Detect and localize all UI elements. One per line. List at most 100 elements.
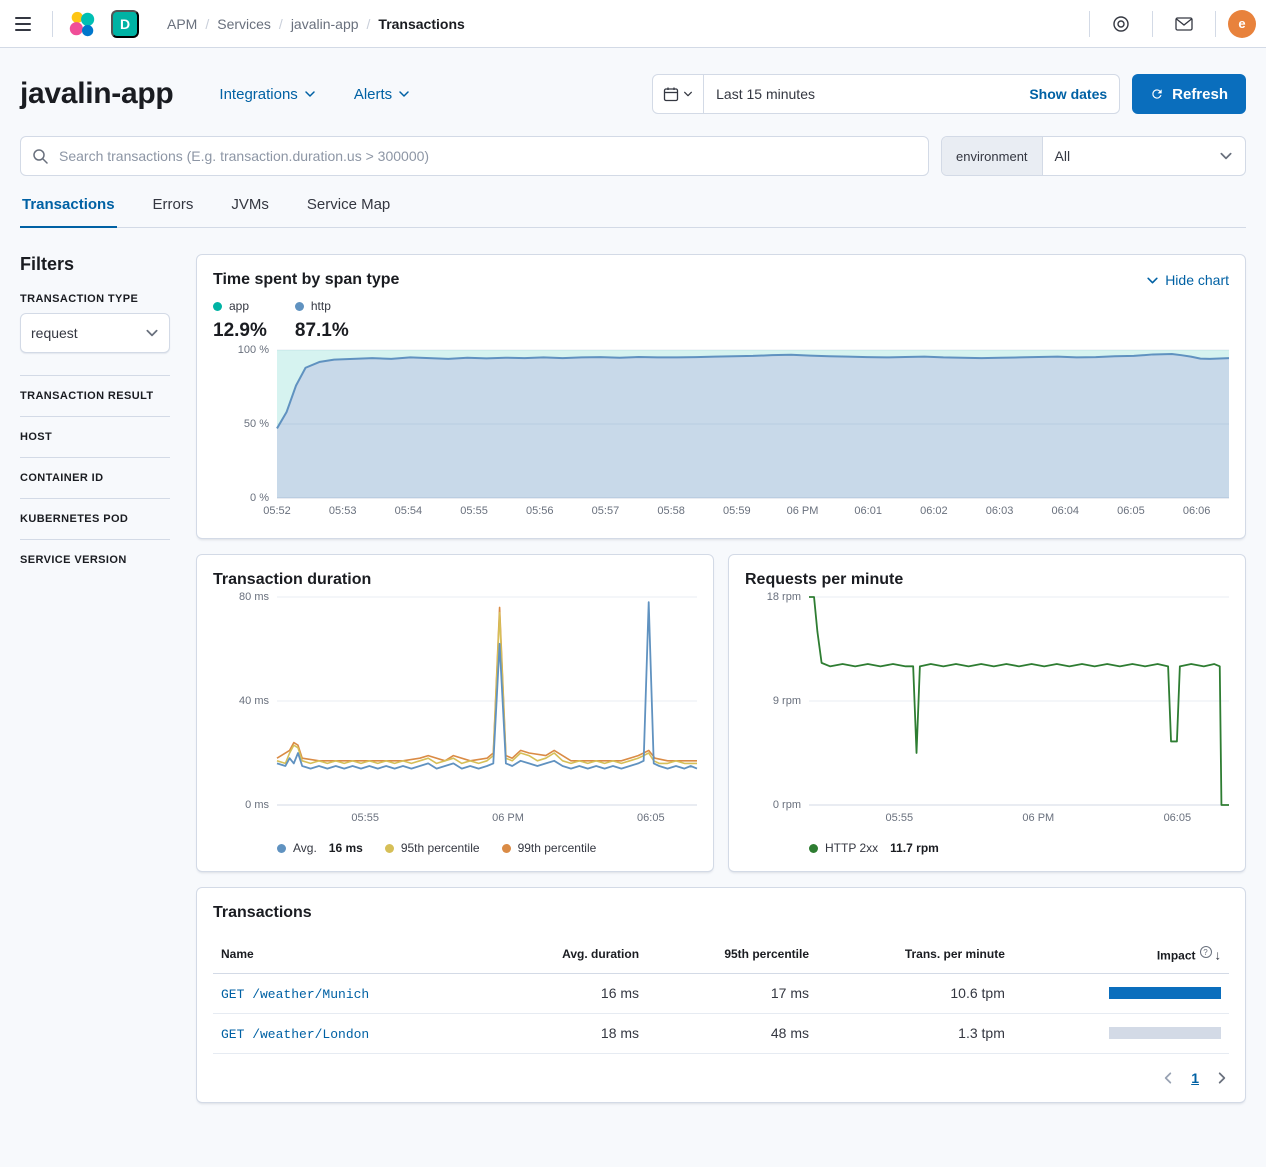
hide-chart-link[interactable]: Hide chart [1146, 272, 1229, 288]
column-header-95th-percentile[interactable]: 95th percentile [647, 936, 817, 973]
legend-item-app: app [213, 299, 267, 313]
breadcrumb-services[interactable]: Services [217, 16, 271, 32]
column-header-avg-duration[interactable]: Avg. duration [490, 936, 647, 973]
help-button[interactable] [1102, 5, 1140, 43]
breadcrumb-apm[interactable]: APM [167, 16, 197, 32]
line-95th-percentile [277, 613, 697, 764]
legend-dot-app [213, 302, 222, 311]
filter-section-transaction-result[interactable]: TRANSACTION RESULT [20, 376, 170, 416]
panel-title: Requests per minute [745, 571, 1229, 589]
rpm-legend: HTTP 2xx 11.7 rpm [809, 841, 1229, 855]
panel-title: Transaction duration [213, 571, 697, 589]
column-header-trans-per-minute[interactable]: Trans. per minute [817, 936, 1013, 973]
filter-section-service-version[interactable]: SERVICE VERSION [20, 540, 170, 580]
next-page-button[interactable] [1215, 1071, 1229, 1085]
legend-value: 16 ms [329, 841, 363, 855]
transaction-duration-panel: Transaction duration 80 ms40 ms0 ms 05:5… [196, 554, 714, 872]
span-type-chart[interactable]: 100 %50 %0 % 05:5205:5305:5405:5505:5605… [213, 350, 1229, 522]
chevron-down-icon [145, 326, 159, 340]
x-axis-label: 05:57 [592, 505, 620, 517]
transaction-type-select[interactable]: request [20, 313, 170, 353]
user-avatar[interactable]: e [1228, 10, 1256, 38]
pagination: 1 [213, 1070, 1229, 1086]
x-axis-label: 06:06 [1183, 505, 1211, 517]
transactions-panel: Transactions Name Avg. duration 95th per… [196, 887, 1246, 1103]
elastic-logo[interactable] [63, 5, 101, 43]
environment-filter: environment All [941, 136, 1246, 176]
search-box [20, 136, 929, 176]
legend-item-avg: Avg. 16 ms [277, 841, 363, 855]
tab-jvms[interactable]: JVMs [229, 196, 271, 227]
column-header-impact[interactable]: Impact?↓ [1013, 936, 1229, 973]
area-http [277, 354, 1229, 498]
line-99th-percentile [277, 607, 697, 760]
newsfeed-button[interactable] [1165, 5, 1203, 43]
span-type-legend: app 12.9% http 87.1% [213, 299, 1229, 342]
y-axis-label: 0 rpm [773, 799, 801, 811]
transaction-type-value: request [31, 325, 78, 341]
y-axis-label: 18 rpm [767, 591, 801, 603]
legend-dot-95th [385, 844, 394, 853]
tab-transactions[interactable]: Transactions [20, 196, 117, 228]
x-axis-label: 06 PM [492, 812, 524, 824]
time-range-value[interactable]: Last 15 minutes [704, 86, 1029, 102]
avg-duration-value: 16 ms [490, 973, 647, 1013]
page-number-1[interactable]: 1 [1191, 1070, 1199, 1086]
integrations-dropdown[interactable]: Integrations [219, 86, 315, 103]
chevron-down-icon [1219, 149, 1233, 163]
x-axis-label: 06:03 [986, 505, 1014, 517]
refresh-icon [1150, 87, 1164, 101]
search-row: environment All [0, 114, 1266, 176]
alerts-dropdown[interactable]: Alerts [354, 86, 410, 103]
x-axis-label: 06:02 [920, 505, 948, 517]
requests-per-minute-canvas [809, 597, 1229, 805]
calendar-dropdown-button[interactable] [653, 75, 704, 113]
legend-dot-http [295, 302, 304, 311]
content-area: Filters TRANSACTION TYPE request TRANSAC… [0, 228, 1266, 1125]
column-header-name[interactable]: Name [213, 936, 490, 973]
transactions-table: Name Avg. duration 95th percentile Trans… [213, 936, 1229, 1054]
panel-title: Time spent by span type [213, 271, 399, 289]
menu-button[interactable] [4, 5, 42, 43]
service-tabs: Transactions Errors JVMs Service Map [20, 196, 1246, 228]
tab-service-map[interactable]: Service Map [305, 196, 392, 227]
divider [1089, 11, 1090, 37]
divider [1215, 11, 1216, 37]
filter-section-host[interactable]: HOST [20, 417, 170, 457]
requests-per-minute-panel: Requests per minute 18 rpm9 rpm0 rpm 05:… [728, 554, 1246, 872]
filter-section-container-id[interactable]: CONTAINER ID [20, 458, 170, 498]
y-axis-label: 0 % [250, 492, 269, 504]
help-icon [1112, 15, 1130, 33]
chevron-down-icon [1146, 274, 1159, 287]
transaction-link-london[interactable]: GET /weather/London [221, 1027, 369, 1042]
previous-page-button[interactable] [1161, 1071, 1175, 1085]
tab-errors[interactable]: Errors [151, 196, 196, 227]
deployment-badge[interactable]: D [111, 10, 139, 38]
requests-per-minute-chart[interactable]: 18 rpm9 rpm0 rpm 05:5506 PM06:05 [745, 597, 1229, 829]
transaction-link-munich[interactable]: GET /weather/Munich [221, 987, 369, 1002]
legend-label: HTTP 2xx [825, 841, 878, 855]
y-axis-label: 80 ms [239, 591, 269, 603]
question-icon[interactable]: ? [1200, 946, 1212, 958]
legend-item-http: http [295, 299, 349, 313]
search-input[interactable] [20, 136, 929, 176]
environment-select[interactable]: All [1043, 137, 1245, 175]
time-controls: Last 15 minutes Show dates Refresh [652, 74, 1246, 114]
breadcrumb-service-name[interactable]: javalin-app [291, 16, 359, 32]
x-axis-label: 05:55 [351, 812, 379, 824]
topbar-actions: e [1089, 5, 1256, 43]
impact-bar-fill [1109, 987, 1221, 999]
y-axis-label: 50 % [244, 418, 269, 430]
legend-dot-http-2xx [809, 844, 818, 853]
show-dates-link[interactable]: Show dates [1029, 86, 1119, 102]
charts-row: Transaction duration 80 ms40 ms0 ms 05:5… [196, 554, 1246, 872]
divider [1152, 11, 1153, 37]
legend-label: http [311, 299, 331, 313]
filter-section-kubernetes-pod[interactable]: KUBERNETES POD [20, 499, 170, 539]
breadcrumb-separator: / [279, 16, 283, 32]
chevron-right-icon [1215, 1071, 1229, 1085]
transaction-duration-chart[interactable]: 80 ms40 ms0 ms 05:5506 PM06:05 [213, 597, 697, 829]
refresh-button[interactable]: Refresh [1132, 74, 1246, 114]
line-avg [277, 602, 697, 768]
x-axis-label: 06:05 [1164, 812, 1192, 824]
